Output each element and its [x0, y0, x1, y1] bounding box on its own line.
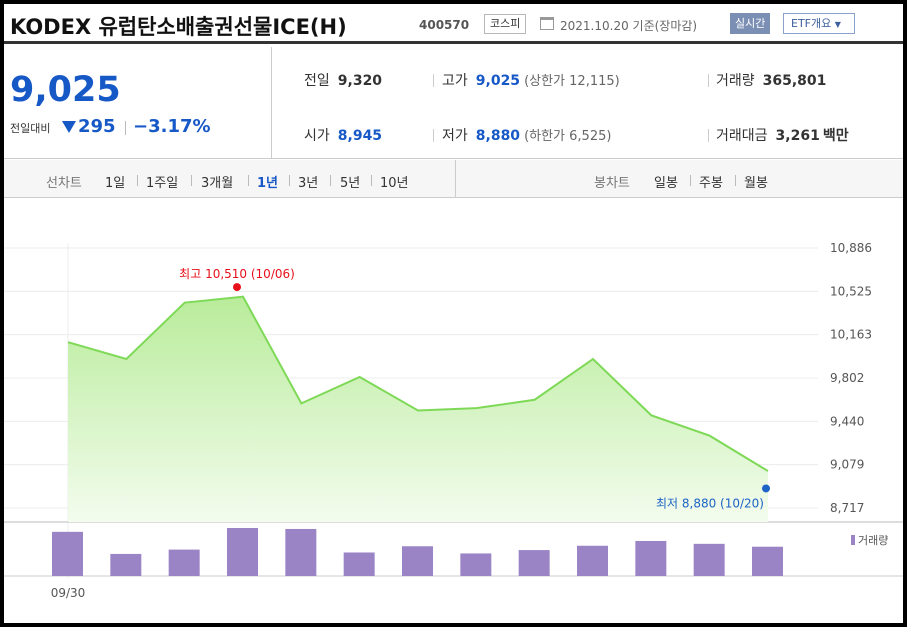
candle-chart-label: 봉차트: [594, 176, 630, 191]
tab-monthly[interactable]: 월봉: [744, 172, 768, 191]
tab-divider: [330, 175, 331, 186]
volume-stat: 거래량 365,801: [716, 70, 826, 90]
price-box: 9,025 전일대비 295 −3.17%: [4, 47, 272, 159]
stock-title: KODEX 유럽탄소배출권선물ICE(H): [10, 15, 347, 39]
price-area: [68, 296, 768, 522]
tab-divider: [248, 175, 249, 186]
tab-divider: [735, 175, 736, 186]
volume-bar: [635, 540, 667, 576]
compare-label: 전일대비: [10, 122, 51, 135]
calendar-icon: [540, 17, 554, 30]
high-label: 고가: [442, 73, 468, 89]
line-chart-label: 선차트: [46, 176, 82, 191]
tab-divider: [289, 175, 290, 186]
tab-divider: [690, 175, 691, 186]
prev-close-label: 전일: [304, 73, 330, 89]
tab-divider: [137, 175, 138, 186]
current-price: 9,025: [10, 70, 121, 110]
volume-bar: [110, 553, 142, 576]
divider: [708, 74, 709, 87]
quote-panel: 9,025 전일대비 295 −3.17% 전일 9,320 시가 8,945 고가…: [4, 47, 903, 159]
y-tick-label: 10,886: [830, 241, 872, 255]
low-marker: [762, 484, 770, 493]
open-value: 8,945: [337, 128, 383, 144]
low-value: 8,880: [475, 128, 521, 144]
y-tick-label: 9,440: [830, 414, 864, 428]
tab-10y[interactable]: 10년: [380, 172, 409, 191]
volume-value: 365,801: [762, 73, 827, 89]
stock-code: 400570: [419, 18, 470, 32]
volume-bar: [577, 545, 608, 576]
volume-bar: [52, 531, 83, 576]
amount-unit: 백만: [822, 128, 849, 144]
tab-3y[interactable]: 3년: [298, 172, 318, 191]
volume-bar: [168, 549, 200, 576]
realtime-button[interactable]: 실시간: [730, 13, 771, 34]
chart-svg: 10,886 10,525 10,163 9,802 9,440 9,079 8,717 최고…: [4, 241, 903, 600]
volume-bar: [460, 553, 492, 576]
tab-weekly[interactable]: 주봉: [699, 172, 723, 191]
volume-bar: [343, 552, 375, 576]
stock-widget: KODEX 유럽탄소배출권선물ICE(H) 400570 코스피 2021.10…: [4, 4, 903, 623]
date-text: 2021.10.20 기준(장마감): [560, 17, 697, 34]
divider: [433, 74, 434, 87]
volume-bar: [402, 546, 433, 576]
divider: [708, 129, 709, 142]
date-suffix: 기준(장마감): [632, 19, 698, 33]
tab-3m[interactable]: 3개월: [201, 172, 233, 191]
y-tick-label: 8,717: [830, 501, 864, 515]
tab-divider: [371, 175, 372, 186]
tab-divider: [455, 160, 456, 198]
high-annotation: 최고 10,510 (10/06): [179, 267, 295, 281]
open-stat: 시가 8,945: [304, 125, 382, 145]
high-stat: 고가 9,025 (상한가 12,115): [442, 70, 620, 90]
down-arrow-icon: [62, 121, 76, 133]
volume-legend-swatch: [851, 535, 855, 545]
volume-bar: [518, 550, 550, 576]
tab-1y[interactable]: 1년: [257, 172, 278, 191]
x-tick-label: 09/30: [51, 586, 86, 600]
y-tick-label: 10,525: [830, 284, 872, 298]
low-stat: 저가 8,880 (하한가 6,525): [442, 125, 611, 145]
tab-divider: [191, 175, 192, 186]
tab-daily[interactable]: 일봉: [654, 172, 678, 191]
amount-value: 3,261: [775, 128, 820, 144]
y-tick-label: 10,163: [830, 328, 872, 342]
volume-bar: [227, 528, 258, 576]
volume-label: 거래량: [716, 73, 755, 89]
price-change: 295: [78, 116, 116, 137]
high-value: 9,025: [475, 73, 521, 89]
etf-overview-dropdown[interactable]: ETF개요 ▼: [783, 13, 855, 34]
prev-close-value: 9,320: [337, 73, 383, 89]
market-badge: 코스피: [484, 14, 527, 34]
header: KODEX 유럽탄소배출권선물ICE(H) 400570 코스피 2021.10…: [4, 4, 903, 44]
divider: [433, 129, 434, 142]
chevron-down-icon: ▼: [834, 20, 841, 29]
y-tick-label: 9,079: [830, 458, 864, 472]
chart-tabs: 선차트 1일 1주일 3개월 1년 3년 5년 10년 봉차트 일봉 주봉 월봉: [4, 160, 903, 198]
volume-legend: 거래량: [858, 534, 888, 547]
date-value: 2021.10.20: [560, 19, 629, 33]
tab-1d[interactable]: 1일: [105, 172, 125, 191]
low-annotation: 최저 8,880 (10/20): [656, 496, 764, 510]
amount-stat: 거래대금 3,261 백만: [716, 125, 849, 145]
price-chart: 10,886 10,525 10,163 9,802 9,440 9,079 8,717 최고…: [4, 198, 903, 623]
etf-overview-label: ETF개요: [791, 17, 832, 30]
high-marker: [233, 283, 241, 292]
open-label: 시가: [304, 128, 330, 144]
volume-bar: [693, 543, 725, 576]
divider: [125, 121, 126, 135]
tab-1w[interactable]: 1주일: [146, 172, 178, 191]
prev-close-stat: 전일 9,320: [304, 70, 382, 90]
low-label: 저가: [442, 128, 468, 144]
y-tick-label: 9,802: [830, 371, 864, 385]
tab-5y[interactable]: 5년: [340, 172, 360, 191]
upper-limit: (상한가 12,115): [524, 74, 620, 89]
amount-label: 거래대금: [716, 128, 768, 144]
lower-limit: (하한가 6,525): [524, 129, 612, 144]
volume-bar: [285, 528, 317, 576]
volume-bar: [752, 546, 783, 576]
change-rate: −3.17%: [133, 116, 211, 137]
